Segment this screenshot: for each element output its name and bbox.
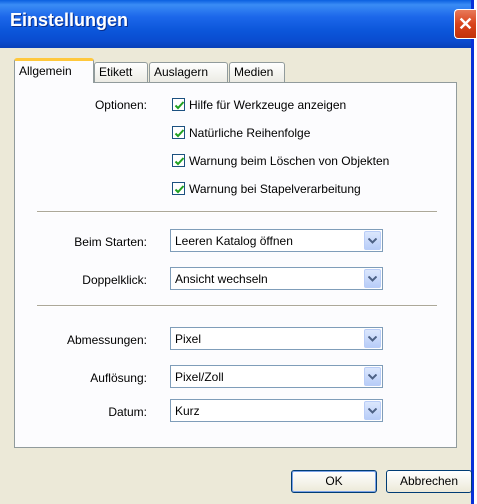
chevron-down-icon[interactable] xyxy=(364,367,381,386)
dimensions-select[interactable]: Pixel xyxy=(170,327,383,350)
checkbox-label: Hilfe für Werkzeuge anzeigen xyxy=(189,98,347,112)
resolution-label: Auflösung: xyxy=(90,371,147,385)
doubleclick-label: Doppelklick: xyxy=(82,273,147,287)
chevron-down-icon[interactable] xyxy=(364,231,381,250)
checkbox-box[interactable] xyxy=(172,126,185,139)
checkbox-label: Warnung bei Stapelverarbeitung xyxy=(189,182,361,196)
tab-etikett[interactable]: Etikett xyxy=(94,62,148,82)
separator xyxy=(37,305,437,307)
tab-panel-allgemein: Optionen: Hilfe für Werkzeuge anzeigen N… xyxy=(14,82,457,448)
settings-dialog: Einstellungen ✕ Etikett Auslagern Medien… xyxy=(0,0,476,504)
separator xyxy=(37,211,437,213)
close-icon: ✕ xyxy=(458,14,474,34)
startup-select[interactable]: Leeren Katalog öffnen xyxy=(170,229,383,252)
chevron-down-icon[interactable] xyxy=(364,401,381,420)
chevron-down-icon[interactable] xyxy=(364,329,381,348)
window-title: Einstellungen xyxy=(10,10,129,30)
dimensions-label: Abmessungen: xyxy=(66,333,147,347)
dimensions-value: Pixel xyxy=(175,332,202,346)
resolution-select[interactable]: Pixel/Zoll xyxy=(170,365,383,388)
resolution-value: Pixel/Zoll xyxy=(175,370,224,384)
doubleclick-value: Ansicht wechseln xyxy=(175,272,268,286)
startup-value: Leeren Katalog öffnen xyxy=(175,234,293,248)
startup-label: Beim Starten: xyxy=(74,235,147,249)
date-value: Kurz xyxy=(175,404,200,418)
checkbox-box[interactable] xyxy=(172,98,185,111)
ok-button[interactable]: OK xyxy=(291,470,377,493)
close-button[interactable]: ✕ xyxy=(454,9,476,39)
date-select[interactable]: Kurz xyxy=(170,399,383,422)
date-label: Datum: xyxy=(108,405,147,419)
tab-medien[interactable]: Medien xyxy=(229,62,285,82)
checkbox-box[interactable] xyxy=(172,182,185,195)
doubleclick-select[interactable]: Ansicht wechseln xyxy=(170,267,383,290)
tab-auslagern[interactable]: Auslagern xyxy=(149,62,228,82)
checkbox-box[interactable] xyxy=(172,154,185,167)
tab-allgemein[interactable]: Allgemein xyxy=(14,58,94,83)
title-bar[interactable]: Einstellungen ✕ xyxy=(0,0,476,48)
options-label: Optionen: xyxy=(94,98,147,112)
checkbox-label: Warnung beim Löschen von Objekten xyxy=(189,154,390,168)
cancel-button[interactable]: Abbrechen xyxy=(386,470,472,493)
checkbox-label: Natürliche Reihenfolge xyxy=(189,126,311,140)
chevron-down-icon[interactable] xyxy=(364,269,381,288)
